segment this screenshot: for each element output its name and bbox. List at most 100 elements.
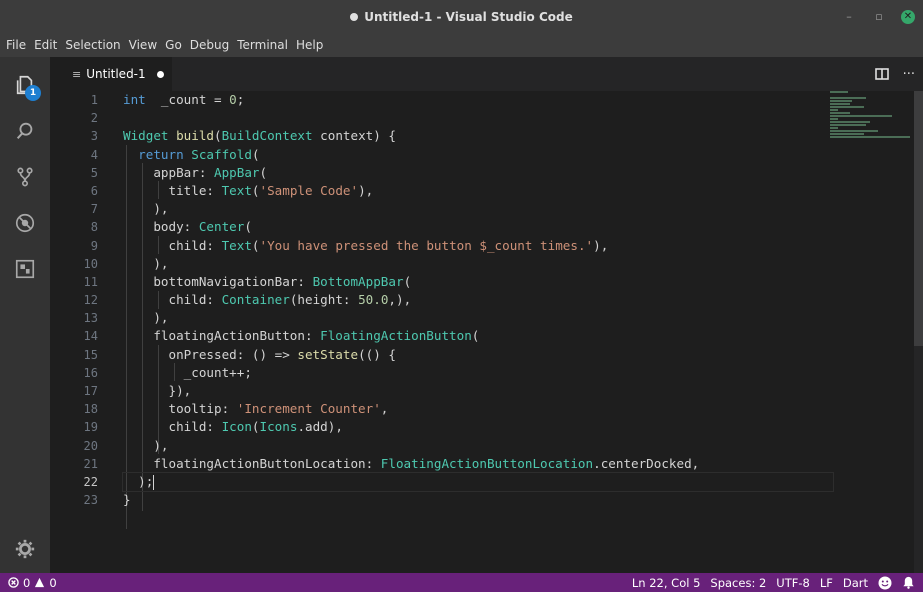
- indentation[interactable]: Spaces: 2: [710, 576, 766, 590]
- source-control-button[interactable]: [13, 165, 37, 189]
- line-number: 8: [90, 220, 98, 235]
- encoding[interactable]: UTF-8: [776, 576, 810, 590]
- line-number: 2: [90, 111, 98, 126]
- explorer-badge: 1: [25, 85, 41, 101]
- maximize-button[interactable]: ▫: [871, 10, 887, 23]
- code-token: bottomNavigationBar:: [123, 273, 313, 289]
- menu-view[interactable]: View: [125, 38, 161, 52]
- code-line[interactable]: bottomNavigationBar: BottomAppBar(: [123, 273, 833, 291]
- line-number: 1: [90, 93, 98, 107]
- language-mode[interactable]: Dart: [843, 576, 868, 590]
- editor-actions: ···: [874, 57, 915, 91]
- vertical-scrollbar[interactable]: [914, 91, 923, 573]
- code-token: Icons: [259, 419, 298, 435]
- code-token: }),: [123, 383, 192, 398]
- code-line[interactable]: onPressed: () => setState(() {: [123, 346, 833, 364]
- text-cursor: [153, 474, 155, 490]
- code-line[interactable]: title: Text('Sample Code'),: [123, 182, 833, 200]
- code-line[interactable]: child: Icon(Icons.add),: [123, 418, 833, 436]
- line-number: 23: [83, 493, 98, 508]
- end-of-line[interactable]: LF: [820, 576, 833, 590]
- code-line[interactable]: ),: [123, 255, 833, 273]
- minimap-line: [830, 97, 866, 99]
- code-token: Text: [221, 182, 252, 198]
- code-line[interactable]: floatingActionButtonLocation: FloatingAc…: [123, 455, 833, 473]
- unsaved-indicator-icon[interactable]: [156, 70, 164, 78]
- code-line[interactable]: );: [122, 471, 834, 493]
- code-line[interactable]: ),: [123, 309, 833, 327]
- menu-file[interactable]: File: [2, 38, 30, 52]
- close-window-button[interactable]: ✕: [901, 9, 915, 24]
- scrollbar-thumb[interactable]: [914, 91, 923, 346]
- warning-count: 0: [49, 575, 57, 590]
- explorer-button[interactable]: 1: [13, 73, 41, 101]
- menu-go[interactable]: Go: [161, 38, 186, 52]
- menu-terminal[interactable]: Terminal: [233, 38, 292, 52]
- code-token: .centerDocked,: [593, 455, 700, 471]
- code-token: ),: [593, 237, 609, 253]
- code-token: .add),: [297, 419, 343, 435]
- split-editor-icon[interactable]: [874, 68, 889, 80]
- code-line[interactable]: ),: [123, 437, 833, 455]
- extensions-button[interactable]: [13, 257, 37, 281]
- cursor-position[interactable]: Ln 22, Col 5: [632, 576, 701, 590]
- code-token: ),: [123, 201, 169, 217]
- minimap[interactable]: [830, 91, 920, 151]
- menu-selection[interactable]: Selection: [61, 38, 124, 52]
- code-line[interactable]: tooltip: 'Increment Counter',: [123, 400, 833, 418]
- code-token: floatingActionButtonLocation:: [123, 455, 381, 471]
- code-token: 'Sample Code': [259, 182, 359, 198]
- search-button[interactable]: [13, 119, 37, 143]
- minimize-button[interactable]: –: [841, 10, 857, 23]
- code-line[interactable]: return Scaffold(: [123, 146, 833, 164]
- error-icon: [8, 577, 19, 588]
- problems-indicator[interactable]: 0 0: [8, 573, 57, 592]
- minimap-line: [830, 136, 910, 138]
- tab-untitled-1[interactable]: ≡ Untitled-1: [50, 57, 172, 91]
- line-number: 12: [83, 293, 98, 308]
- menu-edit[interactable]: Edit: [30, 38, 61, 52]
- code-token: (: [251, 419, 260, 435]
- line-number: 9: [90, 238, 98, 253]
- code-lines[interactable]: int _count = 0; Widget build(BuildContext…: [122, 91, 834, 509]
- code-token: body:: [123, 219, 199, 235]
- code-line[interactable]: }),: [123, 382, 833, 400]
- menu-debug[interactable]: Debug: [186, 38, 233, 52]
- line-number: 22: [83, 474, 98, 489]
- code-line[interactable]: Widget build(BuildContext context) {: [123, 127, 833, 145]
- code-line[interactable]: }: [123, 491, 833, 509]
- feedback-smiley-icon[interactable]: [878, 576, 892, 590]
- code-token: }: [123, 492, 131, 508]
- code-editor[interactable]: 1 2 3 4 5 6 7 8 9 10 11 12 13 14 15 16 17 18 19 20 21 22 23 in…: [50, 91, 923, 573]
- code-line[interactable]: child: Container(height: 50.0,),: [123, 291, 833, 309]
- notifications-bell-icon[interactable]: [902, 576, 915, 589]
- code-line[interactable]: appBar: AppBar(: [123, 164, 833, 182]
- debug-button[interactable]: [13, 211, 37, 235]
- tab-bar: ≡ Untitled-1 ···: [50, 57, 923, 91]
- warning-icon: [35, 577, 45, 588]
- code-token: BottomAppBar: [312, 273, 404, 289]
- more-actions-icon[interactable]: ···: [903, 67, 915, 82]
- code-token: 50.0: [358, 292, 389, 308]
- code-token: ,),: [388, 292, 412, 308]
- code-token: return: [138, 146, 184, 162]
- code-line[interactable]: _count++;: [123, 364, 833, 382]
- code-line[interactable]: child: Text('You have pressed the button…: [123, 237, 833, 255]
- tab-label: Untitled-1: [86, 67, 146, 81]
- code-token: context) {: [312, 128, 396, 144]
- line-number: 13: [83, 311, 98, 326]
- code-line[interactable]: [123, 109, 833, 127]
- code-token: _count++;: [123, 364, 252, 380]
- code-line[interactable]: floatingActionButton: FloatingActionButt…: [123, 327, 833, 345]
- code-line[interactable]: ),: [123, 200, 833, 218]
- status-bar: 0 0 Ln 22, Col 5 Spaces: 2 UTF-8 LF Dart: [0, 573, 923, 592]
- code-token: Text: [221, 237, 252, 253]
- code-token: Icon: [221, 419, 252, 435]
- manage-button[interactable]: [13, 537, 37, 561]
- code-line[interactable]: int _count = 0;: [123, 91, 833, 109]
- minimap-line: [830, 118, 838, 120]
- minimap-line: [830, 106, 864, 108]
- menu-help[interactable]: Help: [292, 38, 327, 52]
- code-line[interactable]: body: Center(: [123, 218, 833, 236]
- minimap-line: [830, 115, 892, 117]
